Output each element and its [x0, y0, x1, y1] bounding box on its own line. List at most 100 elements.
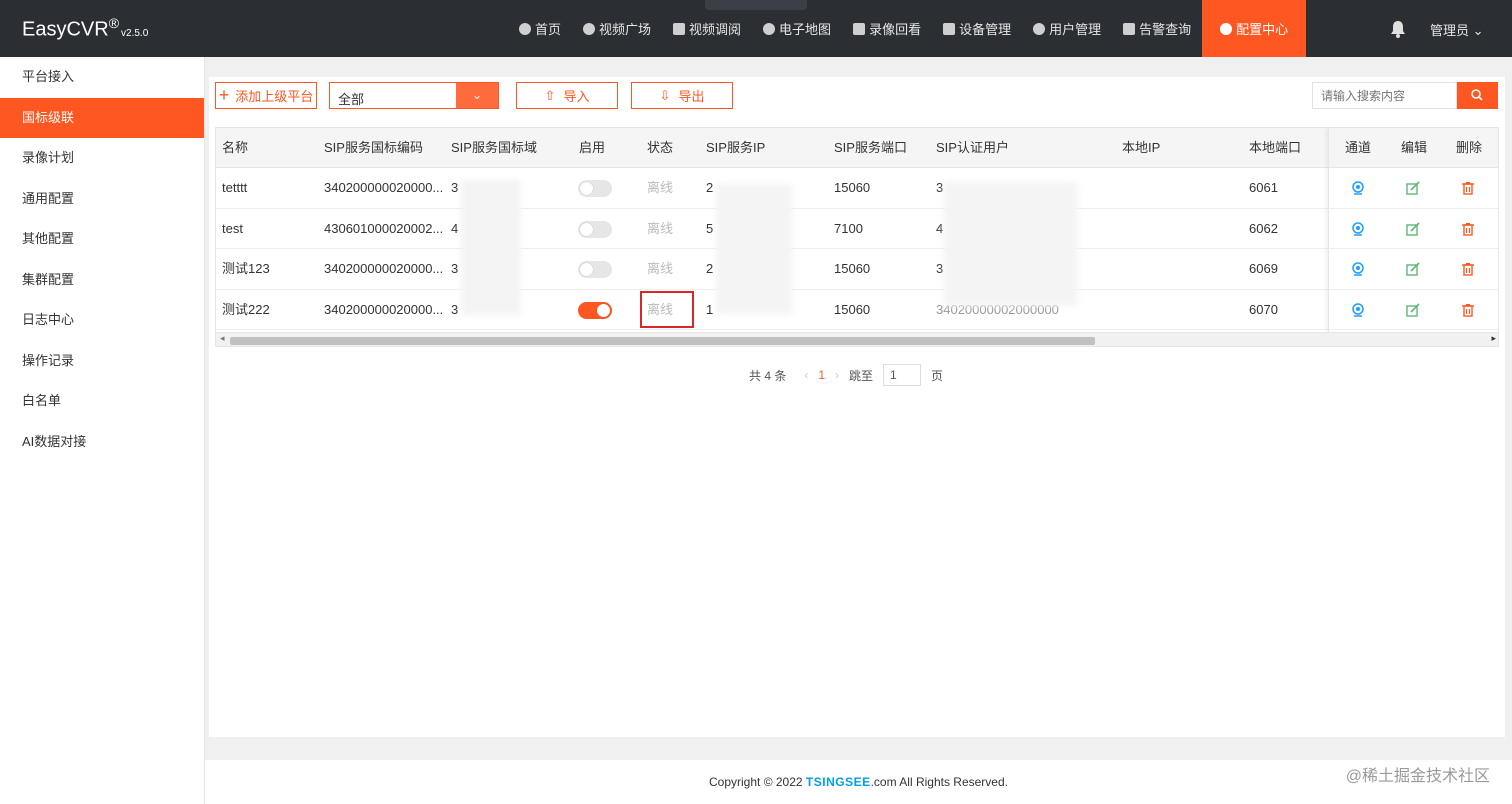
pagination: 共 4 条 ‹ 1 › 跳至 1 页	[749, 364, 953, 386]
nav-label: 视频调阅	[689, 22, 742, 37]
col-local-ip: 本地IP	[1122, 140, 1161, 155]
col-sip-domain: SIP服务国标域	[451, 140, 537, 155]
video-camera-icon	[853, 22, 866, 35]
edit-icon[interactable]	[1406, 181, 1420, 195]
channel-icon[interactable]	[1351, 262, 1365, 276]
horizontal-scrollbar[interactable]: ◂ ▸	[216, 332, 1498, 346]
search-input[interactable]	[1312, 82, 1457, 109]
sidebar-item-gb-cascade[interactable]: 国标级联	[0, 97, 204, 138]
enable-toggle[interactable]	[578, 220, 612, 238]
pager-page-suffix: 页	[931, 368, 944, 383]
cell-sip-ip: 1	[706, 301, 714, 317]
table-row: test 430601000020002... 4 离线 5 7100 4 60…	[216, 209, 1498, 249]
footer: Copyright © 2022 TSINGSEE.com All Rights…	[205, 760, 1512, 804]
redaction-blur	[461, 180, 521, 315]
scroll-right-icon[interactable]: ▸	[1491, 333, 1496, 344]
cell-code: 340200000020000...	[324, 261, 444, 276]
device-icon	[943, 22, 956, 35]
sidebar-item-log-center[interactable]: 日志中心	[0, 300, 204, 341]
table-row: tetttt 340200000020000... 3 离线 2 15060 3…	[216, 168, 1498, 209]
redaction-blur	[944, 182, 1078, 306]
edit-icon[interactable]	[1406, 262, 1420, 276]
nav-devices[interactable]: 设备管理	[932, 0, 1022, 57]
watermark: @稀土掘金技术社区	[1345, 768, 1490, 785]
sidebar-item-cluster-config[interactable]: 集群配置	[0, 260, 204, 301]
cell-sip-port: 15060	[834, 180, 871, 195]
next-page-icon[interactable]: ›	[835, 368, 839, 382]
sidebar-item-operation-records[interactable]: 操作记录	[0, 341, 204, 382]
nav-label: 配置中心	[1236, 22, 1289, 37]
delete-icon[interactable]	[1461, 262, 1475, 276]
pager-total: 共 4 条	[749, 368, 787, 383]
nav-config-center[interactable]: 配置中心	[1202, 0, 1307, 57]
add-parent-platform-button[interactable]: + 添加上级平台	[215, 82, 317, 109]
nav-label: 首页	[535, 22, 562, 37]
channel-icon[interactable]	[1351, 221, 1365, 236]
sidebar-item-record-plan[interactable]: 录像计划	[0, 138, 204, 179]
sidebar-item-other-config[interactable]: 其他配置	[0, 219, 204, 260]
redaction-blur	[716, 184, 792, 314]
cell-name: 测试123	[222, 261, 270, 276]
enable-toggle[interactable]	[578, 261, 612, 278]
nav-alarms[interactable]: 告警查询	[1112, 0, 1202, 57]
channel-icon[interactable]	[1351, 302, 1365, 317]
cell-sip-user: 3	[936, 261, 944, 276]
delete-icon[interactable]	[1461, 181, 1475, 195]
import-button[interactable]: ⇧ 导入	[516, 82, 618, 109]
chevron-down-icon[interactable]: ⌄	[456, 83, 498, 108]
top-navbar: EasyCVR®v2.5.0 首页 视频广场 视频调阅 电子地图 录像回看 设备…	[0, 0, 1512, 57]
action-header: 通道 编辑 删除	[1329, 128, 1498, 168]
nav-users[interactable]: 用户管理	[1022, 0, 1112, 57]
filter-select[interactable]: 全部 ⌄	[329, 82, 499, 109]
pager-jump-input[interactable]: 1	[883, 364, 922, 386]
nav-video-view[interactable]: 视频调阅	[662, 0, 752, 57]
cell-sip-user: 4	[936, 220, 944, 236]
cell-sip-ip: 2	[706, 261, 714, 276]
toggle-knob	[580, 182, 593, 195]
chevron-down-icon: ⌄	[1472, 23, 1484, 38]
add-parent-platform-label: 添加上级平台	[235, 89, 314, 104]
scroll-thumb[interactable]	[230, 337, 1095, 345]
nav-label: 用户管理	[1049, 22, 1102, 37]
edit-icon[interactable]	[1406, 302, 1420, 317]
table-row: 测试123 340200000020000... 3 离线 2 15060 3 …	[216, 249, 1498, 290]
delete-icon[interactable]	[1461, 222, 1475, 236]
nav-label: 设备管理	[959, 22, 1012, 37]
search-button[interactable]	[1457, 82, 1498, 109]
enable-toggle[interactable]	[578, 301, 612, 319]
pager-current[interactable]: 1	[818, 368, 825, 382]
nav-map[interactable]: 电子地图	[752, 0, 842, 57]
sidebar-item-ai-data[interactable]: AI数据对接	[0, 422, 204, 463]
cell-code: 430601000020002...	[324, 220, 444, 236]
edit-icon[interactable]	[1406, 221, 1420, 236]
action-row	[1329, 290, 1498, 330]
sidebar-item-platform-access[interactable]: 平台接入	[0, 57, 204, 98]
col-local-port: 本地端口	[1249, 140, 1302, 155]
search-icon	[1471, 89, 1483, 101]
col-sip-user: SIP认证用户	[936, 140, 1009, 155]
download-icon: ⇩	[659, 87, 671, 103]
sidebar-item-whitelist[interactable]: 白名单	[0, 381, 204, 422]
delete-icon[interactable]	[1461, 303, 1475, 317]
main-nav: 首页 视频广场 视频调阅 电子地图 录像回看 设备管理 用户管理 告警查询 配置…	[508, 0, 1307, 57]
nav-playback[interactable]: 录像回看	[842, 0, 932, 57]
nav-home[interactable]: 首页	[508, 0, 572, 57]
cell-name: 测试222	[222, 301, 270, 317]
enable-toggle[interactable]	[578, 180, 612, 197]
footer-brand[interactable]: TSINGSEE	[806, 775, 871, 789]
sidebar-item-general-config[interactable]: 通用配置	[0, 179, 204, 220]
export-button[interactable]: ⇩ 导出	[631, 82, 733, 109]
sidebar: 平台接入 国标级联 录像计划 通用配置 其他配置 集群配置 日志中心 操作记录 …	[0, 57, 205, 804]
nav-video-square[interactable]: 视频广场	[572, 0, 662, 57]
app-logo[interactable]: EasyCVR®v2.5.0	[22, 15, 148, 42]
cell-local-port: 6062	[1249, 220, 1278, 236]
scroll-left-icon[interactable]: ◂	[220, 333, 225, 344]
cell-local-port: 6070	[1249, 301, 1278, 317]
admin-menu[interactable]: 管理员 ⌄	[1430, 20, 1484, 39]
prev-page-icon[interactable]: ‹	[804, 368, 808, 382]
table-row: 测试222 340200000020000... 3 离线 1 15060 34…	[216, 290, 1498, 330]
channel-icon[interactable]	[1351, 181, 1365, 195]
pager-jump-label: 跳至	[849, 368, 874, 383]
cell-local-port: 6069	[1249, 261, 1278, 276]
bell-icon[interactable]	[1390, 20, 1406, 38]
